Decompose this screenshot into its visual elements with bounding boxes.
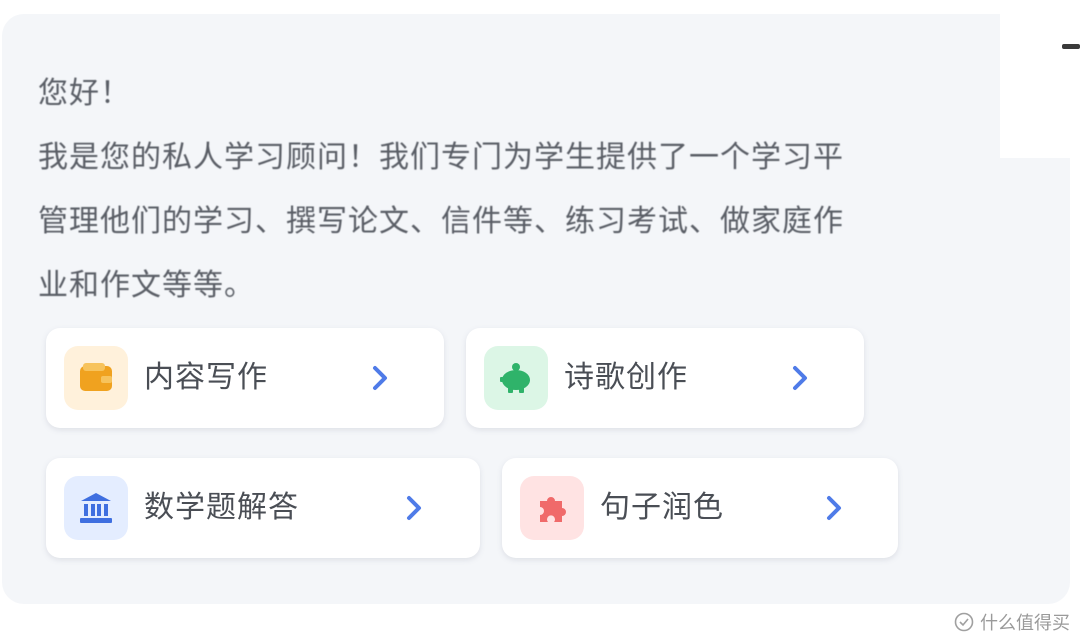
assistant-message-text: 您好！ 我是您的私人学习顾问！我们专门为学生提供了一个学习平 管理他们的学习、撰… — [38, 62, 1028, 318]
chevron-right-icon — [824, 458, 844, 558]
sentence-polish-label: 句子润色 — [600, 490, 724, 525]
intro-line-3: 业和作文等等。 — [38, 268, 255, 303]
intro-line-1: 我是您的私人学习顾问！我们专门为学生提供了一个学习平 — [38, 140, 844, 175]
assistant-message-bubble: 您好！ 我是您的私人学习顾问！我们专门为学生提供了一个学习平 管理他们的学习、撰… — [2, 14, 1070, 604]
chevron-right-icon — [370, 328, 390, 428]
content-writing-label: 内容写作 — [144, 360, 268, 395]
top-right-overlay — [1000, 0, 1080, 158]
bank-icon — [64, 476, 128, 540]
puzzle-icon — [520, 476, 584, 540]
minimize-icon[interactable] — [1062, 44, 1080, 49]
wallet-icon — [64, 346, 128, 410]
math-solving-label: 数学题解答 — [144, 490, 299, 525]
sentence-polish-card[interactable]: 句子润色 — [502, 458, 898, 558]
piggy-bank-icon — [484, 346, 548, 410]
intro-line-2: 管理他们的学习、撰写论文、信件等、练习考试、做家庭作 — [38, 204, 844, 239]
math-solving-card[interactable]: 数学题解答 — [46, 458, 480, 558]
watermark: 什么值得买 — [954, 609, 1070, 635]
poetry-creation-label: 诗歌创作 — [564, 360, 688, 395]
watermark-logo-icon — [954, 612, 974, 632]
poetry-creation-card[interactable]: 诗歌创作 — [466, 328, 864, 428]
chevron-right-icon — [404, 458, 424, 558]
greeting-text: 您好！ — [38, 76, 131, 111]
watermark-text: 什么值得买 — [980, 613, 1070, 634]
content-writing-card[interactable]: 内容写作 — [46, 328, 444, 428]
chevron-right-icon — [790, 328, 810, 428]
page: 您好！ 我是您的私人学习顾问！我们专门为学生提供了一个学习平 管理他们的学习、撰… — [0, 0, 1080, 643]
